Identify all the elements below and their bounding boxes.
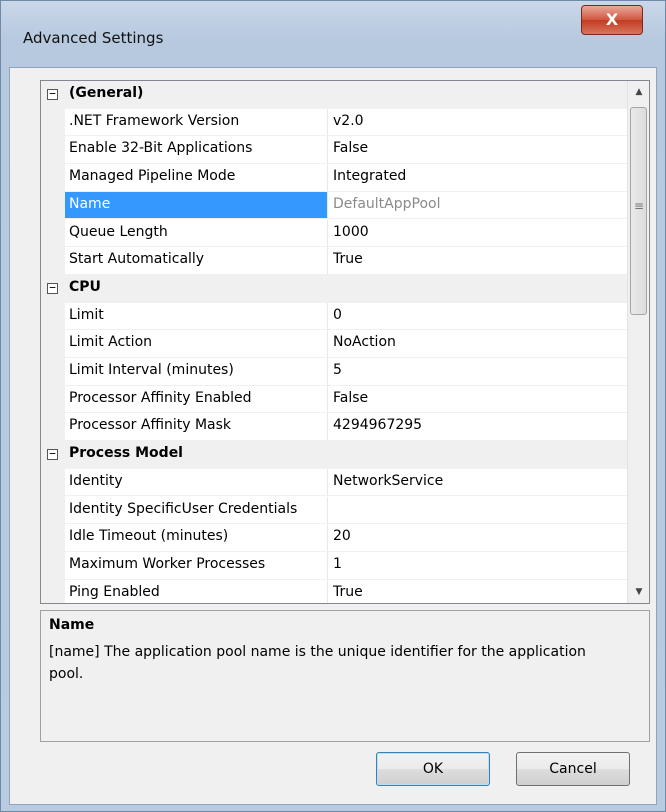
property-value[interactable]: 1 [333,556,342,572]
property-row-processor-affinity-enabled[interactable]: Processor Affinity Enabled False [41,385,627,414]
property-row-identity-specificuser-credentials[interactable]: Identity SpecificUser Credentials [41,496,627,525]
property-row-start-automatically[interactable]: Start Automatically True [41,247,627,275]
property-row-identity[interactable]: Identity NetworkService [41,468,627,497]
property-name: Start Automatically [69,251,205,268]
scroll-up-icon[interactable]: ▲ [628,81,649,103]
property-row-limit-action[interactable]: Limit Action NoAction [41,330,627,358]
property-name: Limit Action [69,334,153,351]
category-label: Process Model [69,445,183,462]
property-name: Processor Affinity Enabled [69,389,252,406]
grip-icon: ≡ [634,199,645,213]
advanced-settings-dialog: Advanced Settings X − (General) .NET Fra… [0,0,666,812]
property-name: .NET Framework Version [69,112,240,129]
property-name: Name [69,195,111,212]
property-row-name-selected[interactable]: Name DefaultAppPool [41,191,627,220]
property-value[interactable]: Integrated [333,168,406,184]
description-panel: Name [name] The application pool name is… [40,610,650,742]
property-row-limit[interactable]: Limit 0 [41,302,627,331]
property-grid: − (General) .NET Framework Version v2.0 … [40,80,650,604]
property-row-managed-pipeline-mode[interactable]: Managed Pipeline Mode Integrated [41,164,627,192]
property-name: Enable 32-Bit Applications [69,140,253,157]
property-name: Limit [69,306,104,323]
property-value[interactable]: 1000 [333,224,369,240]
property-value[interactable]: 0 [333,307,342,323]
category-general[interactable]: − (General) [41,81,627,109]
property-value[interactable]: 4294967295 [333,417,422,433]
property-row-queue-length[interactable]: Queue Length 1000 [41,219,627,248]
property-name: Queue Length [69,223,168,240]
property-name: Identity [69,472,123,489]
property-value[interactable]: NoAction [333,334,396,350]
property-value[interactable]: True [333,251,363,267]
scroll-down-icon[interactable]: ▼ [628,581,649,603]
close-button[interactable]: X [581,5,643,35]
property-name: Ping Enabled [69,583,160,600]
property-value[interactable]: 20 [333,528,351,544]
scrollbar-thumb[interactable]: ≡ [630,107,647,315]
property-row-processor-affinity-mask[interactable]: Processor Affinity Mask 4294967295 [41,413,627,442]
property-row-limit-interval[interactable]: Limit Interval (minutes) 5 [41,358,627,386]
collapse-icon[interactable]: − [47,282,58,294]
cancel-button[interactable]: Cancel [516,752,630,786]
property-value[interactable]: True [333,584,363,600]
property-name: Maximum Worker Processes [69,555,266,572]
property-row-net-framework-version[interactable]: .NET Framework Version v2.0 [41,108,627,137]
category-cpu[interactable]: − CPU [41,274,627,303]
property-row-idle-timeout[interactable]: Idle Timeout (minutes) 20 [41,524,627,552]
dialog-client-area: − (General) .NET Framework Version v2.0 … [9,67,657,805]
category-label: (General) [69,85,144,101]
category-process-model[interactable]: − Process Model [41,441,627,469]
property-value[interactable]: False [333,140,368,156]
collapse-icon[interactable]: − [47,448,58,461]
property-row-maximum-worker-processes[interactable]: Maximum Worker Processes 1 [41,551,627,580]
property-name: Processor Affinity Mask [69,417,232,434]
property-row-enable-32-bit[interactable]: Enable 32-Bit Applications False [41,136,627,165]
vertical-scrollbar[interactable]: ▲ ≡ ▼ [627,81,649,603]
property-name: Identity SpecificUser Credentials [69,500,298,517]
property-row-ping-enabled[interactable]: Ping Enabled True [41,579,627,603]
property-value-readonly: DefaultAppPool [333,195,441,212]
collapse-icon[interactable]: − [47,88,58,100]
window-title: Advanced Settings [23,29,164,47]
property-name: Limit Interval (minutes) [69,362,234,378]
ok-button[interactable]: OK [376,752,490,786]
property-name: Managed Pipeline Mode [69,168,236,185]
title-bar[interactable]: Advanced Settings X [1,1,665,67]
property-value[interactable]: 5 [333,362,342,378]
property-value[interactable]: v2.0 [333,113,364,129]
property-name: Idle Timeout (minutes) [69,528,229,545]
category-label: CPU [69,278,101,295]
property-value[interactable]: NetworkService [333,473,443,489]
description-text: [name] The application pool name is the … [49,644,586,682]
property-value[interactable]: False [333,390,368,406]
description-title: Name [49,617,95,633]
